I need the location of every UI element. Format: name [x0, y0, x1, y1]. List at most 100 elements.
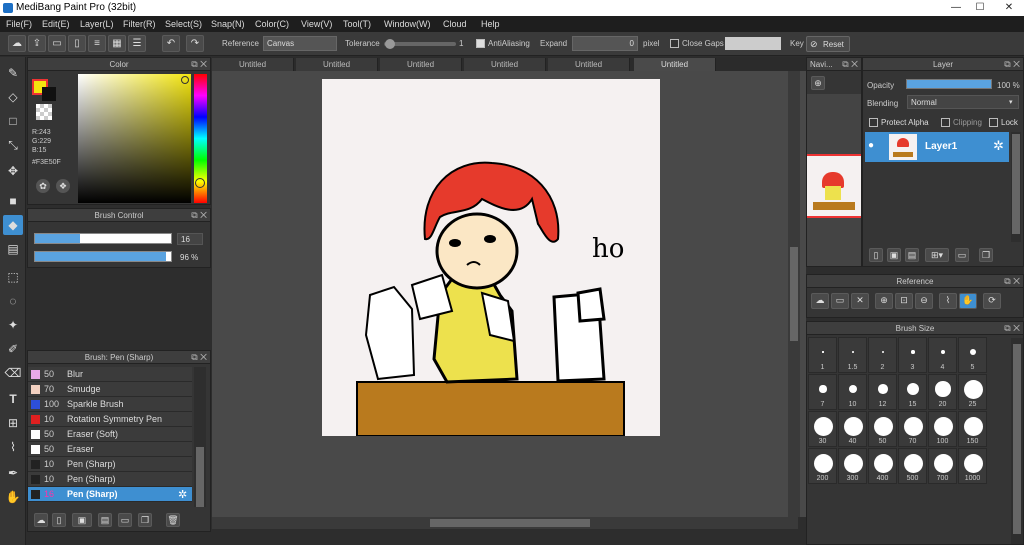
clipping-checkbox[interactable]: [941, 118, 950, 127]
panel-close-icon[interactable]: ⧉ ✕: [1004, 322, 1020, 335]
brush-size-cell[interactable]: 12: [868, 374, 897, 410]
brush-size-cell[interactable]: 500: [898, 448, 927, 484]
brush-size-scrollbar[interactable]: [1011, 338, 1023, 544]
protect-alpha-checkbox[interactable]: [869, 118, 878, 127]
brush-size-cell[interactable]: 25: [958, 374, 987, 410]
new-layer-icon[interactable]: ▯: [869, 248, 883, 262]
visibility-eye-icon[interactable]: ●: [868, 140, 874, 151]
brush-size-cell[interactable]: 100: [928, 411, 957, 447]
tolerance-slider-knob[interactable]: [385, 39, 396, 49]
share-icon[interactable]: ⇪: [28, 35, 46, 52]
brush-size-cell[interactable]: 700: [928, 448, 957, 484]
select-eraser-icon[interactable]: ⌫: [3, 363, 23, 383]
doc-tab[interactable]: Untitled: [548, 58, 630, 71]
scrollbar-thumb[interactable]: [790, 247, 798, 341]
menu-file[interactable]: File(F): [6, 19, 32, 29]
brush-menu-icon[interactable]: ▣: [72, 513, 92, 527]
fit-icon[interactable]: ⊡: [895, 293, 913, 309]
brush-size-cell[interactable]: 4: [928, 337, 957, 373]
minimize-button[interactable]: —: [944, 0, 968, 16]
magic-wand-icon[interactable]: ✦: [3, 315, 23, 335]
cloud-icon[interactable]: ☁: [8, 35, 26, 52]
bucket-tool-icon[interactable]: ◆: [3, 215, 23, 235]
close-reference-icon[interactable]: ✕: [851, 293, 869, 309]
brush-size-cell[interactable]: 30: [808, 411, 837, 447]
brush-size-cell[interactable]: 1.5: [838, 337, 867, 373]
background-color-swatch[interactable]: [42, 87, 56, 101]
brush-edit-icon[interactable]: ▤: [98, 513, 112, 527]
menu-window[interactable]: Window(W): [384, 19, 431, 29]
menu-color[interactable]: Color(C): [255, 19, 289, 29]
color-history-icon[interactable]: ❖: [56, 179, 70, 193]
brush-list-item[interactable]: 10 Pen (Sharp): [28, 472, 192, 487]
brush-tool-icon[interactable]: ✎: [3, 63, 23, 83]
eraser-tool-icon[interactable]: ◇: [3, 87, 23, 107]
reset-button[interactable]: ⊘ Reset: [806, 36, 850, 52]
brush-size-cell[interactable]: 20: [928, 374, 957, 410]
brush-size-cell[interactable]: 7: [808, 374, 837, 410]
lasso-tool-icon[interactable]: ◌: [3, 291, 23, 311]
blending-select[interactable]: Normal: [907, 95, 1019, 109]
scrollbar-thumb[interactable]: [1012, 134, 1020, 234]
scrollbar-thumb[interactable]: [196, 447, 204, 507]
zoom-out-icon[interactable]: ⊖: [915, 293, 933, 309]
gear-icon[interactable]: ✲: [178, 488, 187, 501]
brush-list-item[interactable]: 10 Pen (Sharp): [28, 457, 192, 472]
palette-icon[interactable]: ✿: [36, 179, 50, 193]
panel-close-icon[interactable]: ⧉ ✕: [191, 58, 207, 71]
add-brush-icon[interactable]: ▯: [52, 513, 66, 527]
close-gaps-checkbox[interactable]: [670, 39, 679, 48]
brush-size-value[interactable]: 16: [177, 233, 203, 245]
select-pen-icon[interactable]: ✐: [3, 339, 23, 359]
doc-tab[interactable]: Untitled: [380, 58, 462, 71]
transparent-swatch[interactable]: [36, 104, 52, 120]
brush-list-scrollbar[interactable]: [194, 367, 206, 507]
brush-list-item[interactable]: 50 Eraser (Soft): [28, 427, 192, 442]
hue-slider[interactable]: [194, 74, 207, 203]
maximize-button[interactable]: ☐: [968, 0, 992, 16]
brush-size-cell[interactable]: 50: [868, 411, 897, 447]
doc-tab[interactable]: Untitled: [212, 58, 294, 71]
open-folder-icon[interactable]: ▭: [831, 293, 849, 309]
comment-icon[interactable]: ▭: [48, 35, 66, 52]
document-icon[interactable]: ≡: [88, 35, 106, 52]
scrollbar-thumb[interactable]: [1013, 344, 1021, 534]
layer-opacity-slider[interactable]: [906, 79, 992, 89]
duplicate-layer-icon[interactable]: ❐: [979, 248, 993, 262]
operation-tool-icon[interactable]: ⊞: [3, 413, 23, 433]
eyedropper-tool-icon[interactable]: ⌇: [3, 437, 23, 457]
drawing-canvas[interactable]: ho: [322, 79, 660, 437]
undo-icon[interactable]: ↶: [162, 35, 180, 52]
menu-snap[interactable]: Snap(N): [211, 19, 245, 29]
merge-layer-icon[interactable]: ▤: [905, 248, 919, 262]
doc-tab-active[interactable]: Untitled: [634, 58, 716, 71]
brush-size-cell[interactable]: 300: [838, 448, 867, 484]
menu-cloud[interactable]: Cloud: [443, 19, 467, 29]
zoom-in-icon[interactable]: ⊕: [875, 293, 893, 309]
brush-opacity-slider[interactable]: [34, 251, 172, 262]
brush-size-cell[interactable]: 150: [958, 411, 987, 447]
copy-icon[interactable]: ❐: [138, 513, 152, 527]
canvas-vertical-scrollbar[interactable]: [788, 71, 800, 517]
cloud-brush-icon[interactable]: ☁: [34, 513, 48, 527]
layer-menu-icon[interactable]: ⊞▾: [925, 248, 949, 262]
copy-layer-icon[interactable]: ▣: [887, 248, 901, 262]
gradient-tool-icon[interactable]: ▤: [3, 239, 23, 259]
eyedropper-icon[interactable]: ⌇: [939, 293, 957, 309]
hand-tool-icon[interactable]: ✋: [3, 487, 23, 507]
brush-list-item[interactable]: 16 Pen (Sharp) ✲: [28, 487, 192, 502]
brush-list-item[interactable]: 100 Sparkle Brush: [28, 397, 192, 412]
brush-list-item[interactable]: 50 Blur: [28, 367, 192, 382]
canvas-horizontal-scrollbar[interactable]: [212, 517, 798, 529]
brush-size-cell[interactable]: 70: [898, 411, 927, 447]
hand-icon[interactable]: ✋: [959, 293, 977, 309]
scrollbar-thumb[interactable]: [430, 519, 590, 527]
brush-size-cell[interactable]: 5: [958, 337, 987, 373]
antialiasing-checkbox[interactable]: [476, 39, 485, 48]
navigator-view[interactable]: [807, 94, 861, 266]
new-page-icon[interactable]: ▯: [68, 35, 86, 52]
brush-size-cell[interactable]: 15: [898, 374, 927, 410]
brush-size-cell[interactable]: 200: [808, 448, 837, 484]
layer-row[interactable]: ● Layer1 ✲: [865, 132, 1009, 162]
pen-tool-icon[interactable]: ✒: [3, 463, 23, 483]
